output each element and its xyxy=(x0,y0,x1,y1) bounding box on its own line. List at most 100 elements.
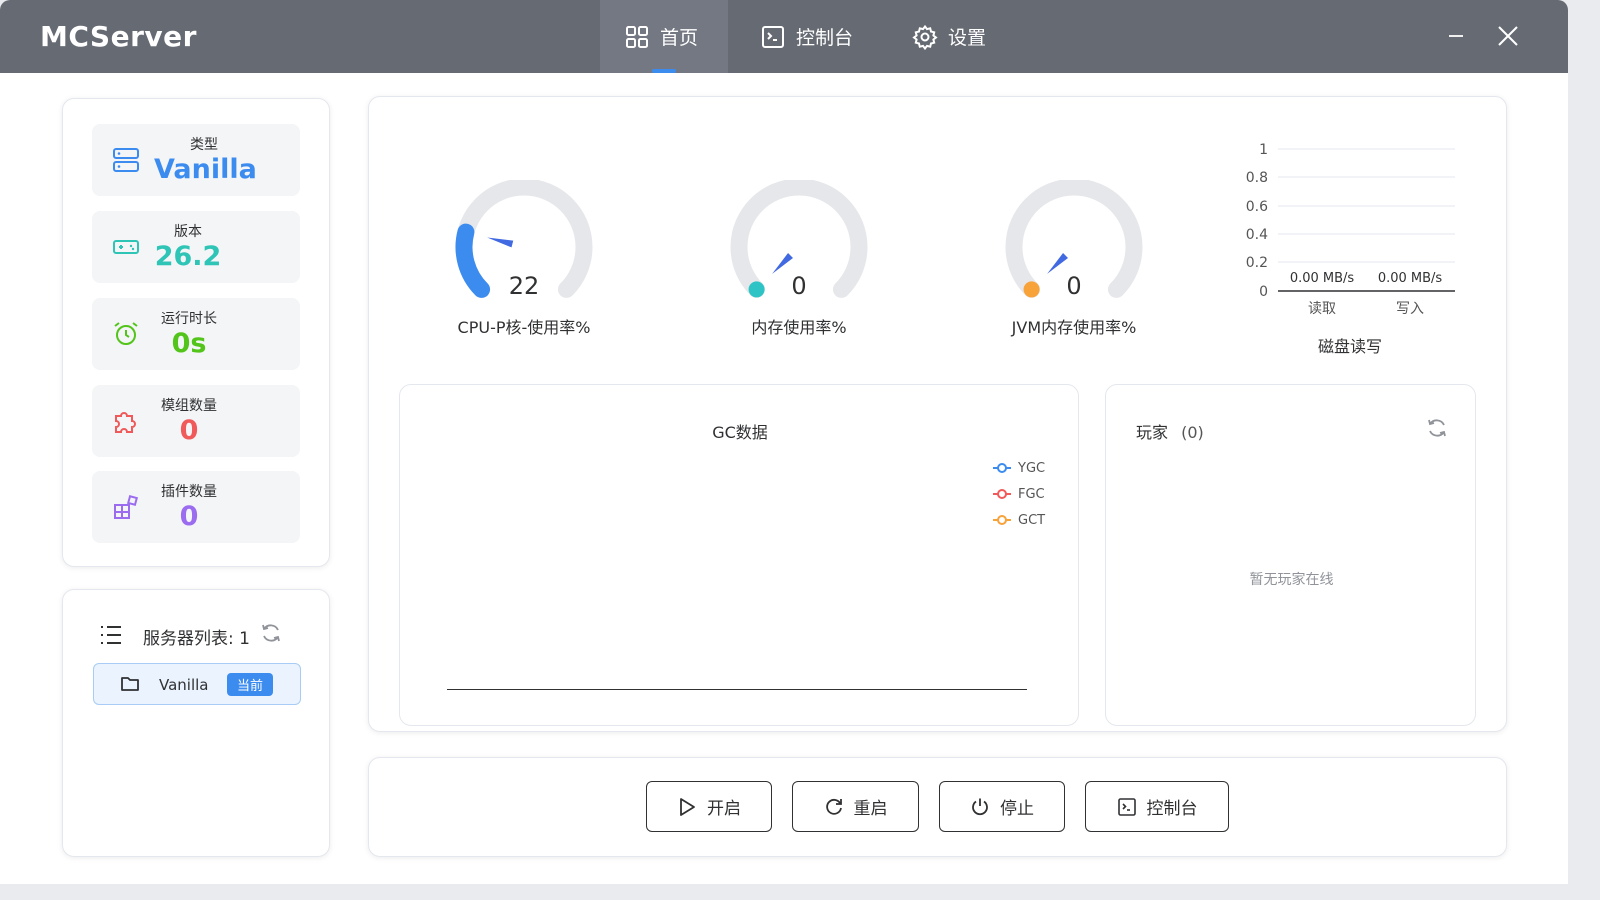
gc-legend-label: FGC xyxy=(1018,486,1045,502)
action-bar xyxy=(368,757,1507,857)
stat-plugins-value: 0 xyxy=(179,501,199,532)
gauge-needle xyxy=(487,237,514,248)
puzzle-icon xyxy=(115,412,136,433)
stat-mods: 模组数量 0 xyxy=(92,385,300,457)
app-title: MCServer xyxy=(40,20,197,53)
players-empty-text: 暂无玩家在线 xyxy=(1249,572,1334,588)
gc-legend: YGC FGC GCT xyxy=(992,455,1045,533)
power-icon xyxy=(972,798,988,815)
server-name: Vanilla xyxy=(159,676,209,694)
minimize-icon xyxy=(1449,35,1463,37)
gamepad-icon xyxy=(113,240,139,254)
legend-marker-icon xyxy=(993,489,1011,499)
gc-legend-fgc[interactable]: FGC xyxy=(992,481,1045,507)
minimize-button[interactable] xyxy=(1440,20,1472,52)
stop-button-label: 停止 xyxy=(1000,799,1034,819)
gauge-memory-value: 0 xyxy=(791,272,807,300)
stat-mods-label: 模组数量 xyxy=(161,398,217,414)
gauge-memory: 0 内存使用率% xyxy=(719,180,879,360)
blocks-icon xyxy=(114,494,139,519)
gear-icon xyxy=(912,24,938,50)
gc-legend-gct[interactable]: GCT xyxy=(992,507,1045,533)
stat-plugins-label: 插件数量 xyxy=(161,484,217,500)
gauge-jvm-value: 0 xyxy=(1066,272,1082,300)
disk-y-tick: 1 xyxy=(1259,142,1268,158)
players-card: 玩家 (0) 暂无玩家在线 xyxy=(1105,384,1476,726)
gauge-cpu-value: 22 xyxy=(508,272,540,300)
stat-type-value: Vanilla xyxy=(154,154,257,185)
gc-title: GC数据 xyxy=(712,423,768,442)
disk-y-tick: 0.8 xyxy=(1246,170,1268,186)
gc-x-axis xyxy=(447,689,1027,690)
console-button-label: 控制台 xyxy=(1146,799,1198,819)
players-title: 玩家 (0) xyxy=(1136,419,1204,443)
dashboard-icon xyxy=(626,25,648,48)
play-icon xyxy=(680,797,695,816)
nav-tab-console[interactable]: 控制台 xyxy=(736,0,877,73)
disk-read-value: 0.00 MB/s xyxy=(1290,271,1355,286)
stat-type: 类型 Vanilla xyxy=(92,124,300,196)
nav-tab-console-label: 控制台 xyxy=(796,27,854,49)
stat-uptime-value: 0s xyxy=(171,328,207,359)
app-window: MCServer 首页 控制台 设置 类型 Vanilla 版本 26.2 运行… xyxy=(0,0,1568,884)
stat-uptime-label: 运行时长 xyxy=(161,311,217,327)
disk-title: 磁盘读写 xyxy=(1318,337,1382,356)
gauge-needle xyxy=(1047,253,1068,274)
stat-version: 版本 26.2 xyxy=(92,211,300,283)
disk-y-tick: 0.2 xyxy=(1246,255,1268,271)
disk-y-tick: 0.4 xyxy=(1246,227,1268,243)
alarm-clock-icon xyxy=(114,322,138,345)
title-bar: MCServer 首页 控制台 设置 xyxy=(0,0,1568,73)
disk-y-tick: 0.6 xyxy=(1246,199,1268,215)
gc-legend-label: GCT xyxy=(1018,512,1046,528)
close-icon xyxy=(1498,26,1518,46)
refresh-icon[interactable] xyxy=(1426,417,1448,439)
stop-button[interactable]: 停止 xyxy=(939,781,1065,832)
stat-uptime: 运行时长 0s xyxy=(92,298,300,370)
stat-plugins: 插件数量 0 xyxy=(92,471,300,543)
terminal-icon xyxy=(1117,797,1136,816)
nav-tab-home[interactable]: 首页 xyxy=(600,0,728,73)
gauge-memory-label: 内存使用率% xyxy=(751,318,847,337)
server-list-card: 服务器列表: 1 Vanilla 当前 xyxy=(62,589,330,857)
server-list-title: 服务器列表: 1 xyxy=(143,629,250,649)
close-button[interactable] xyxy=(1492,20,1524,52)
restart-icon xyxy=(825,798,842,815)
legend-marker-icon xyxy=(993,463,1011,473)
players-title-label: 玩家 xyxy=(1136,423,1169,442)
gc-legend-ygc[interactable]: YGC xyxy=(992,455,1045,481)
gauge-jvm: 0 JVM内存使用率% xyxy=(994,180,1154,360)
terminal-icon xyxy=(762,25,784,48)
refresh-icon[interactable] xyxy=(260,622,282,644)
server-list-item[interactable]: Vanilla 当前 xyxy=(93,663,301,705)
disk-io-chart: 1 0.8 0.6 0.4 0.2 0 0.00 MB/s 0.00 MB/s … xyxy=(1246,142,1455,356)
stat-mods-value: 0 xyxy=(179,415,199,446)
console-button[interactable]: 控制台 xyxy=(1085,781,1229,832)
gauge-cpu: 22 CPU-P核-使用率% xyxy=(444,180,604,360)
server-icon xyxy=(113,148,139,172)
current-badge: 当前 xyxy=(227,673,274,696)
gauge-cpu-label: CPU-P核-使用率% xyxy=(457,318,591,337)
stat-type-label: 类型 xyxy=(190,137,218,153)
disk-write-label: 写入 xyxy=(1396,301,1424,317)
gc-card: GC数据 YGC FGC GCT xyxy=(399,384,1079,726)
players-count: (0) xyxy=(1181,423,1204,442)
nav-tab-settings-label: 设置 xyxy=(948,27,987,49)
restart-button-label: 重启 xyxy=(853,799,888,819)
list-icon xyxy=(101,626,121,644)
disk-read-label: 读取 xyxy=(1308,300,1336,317)
folder-icon xyxy=(121,677,139,691)
active-tab-indicator xyxy=(652,69,676,73)
gc-legend-label: YGC xyxy=(1018,460,1046,476)
nav-tab-home-label: 首页 xyxy=(660,27,699,49)
gauge-needle xyxy=(772,253,793,274)
disk-write-value: 0.00 MB/s xyxy=(1378,271,1443,286)
disk-y-tick: 0 xyxy=(1259,284,1268,300)
gauge-pointer-dot xyxy=(457,224,474,241)
restart-button[interactable]: 重启 xyxy=(792,781,919,832)
stat-version-value: 26.2 xyxy=(154,241,222,272)
gauge-jvm-label: JVM内存使用率% xyxy=(1011,318,1137,337)
nav-tab-settings[interactable]: 设置 xyxy=(888,0,1010,73)
legend-marker-icon xyxy=(993,515,1011,525)
start-button[interactable]: 开启 xyxy=(646,781,772,832)
